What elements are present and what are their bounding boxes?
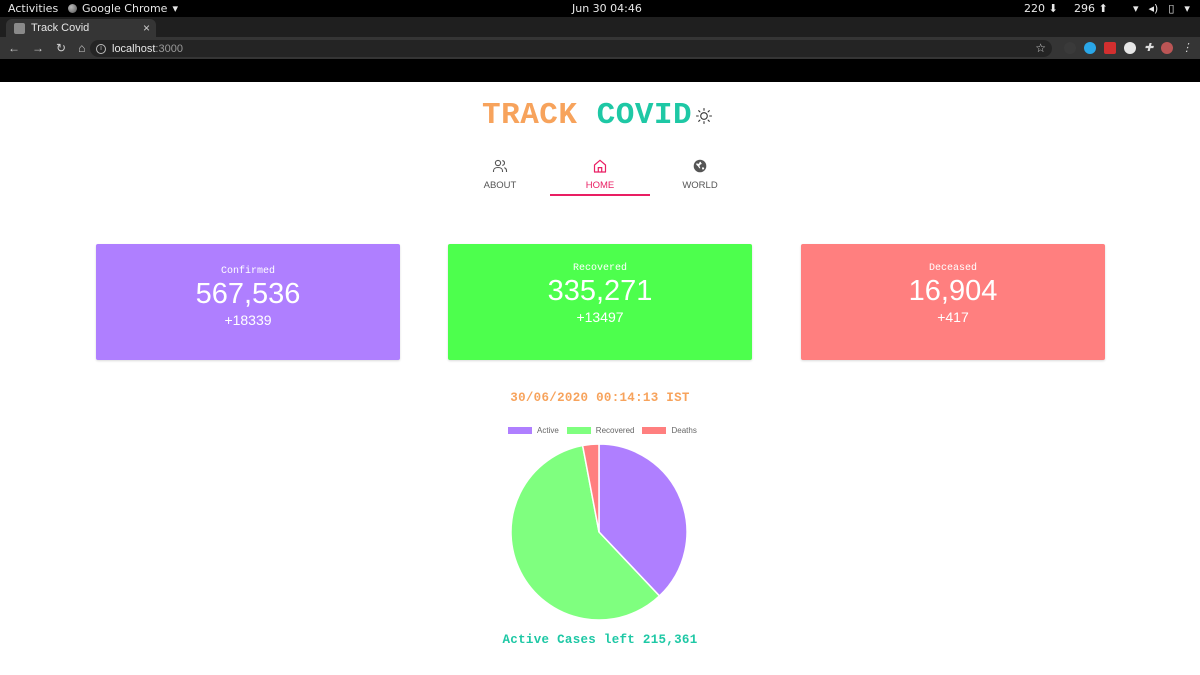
legend-swatch xyxy=(642,427,667,434)
brand-title: TRACK COVID xyxy=(482,98,692,133)
clock[interactable]: Jun 30 04:46 xyxy=(572,2,642,15)
net-down-value: 220 xyxy=(1024,2,1045,15)
chevron-down-icon: ▾ xyxy=(172,2,178,15)
legend-item-deaths[interactable]: Deaths xyxy=(642,426,697,435)
confirmed-value: 567,536 xyxy=(195,278,301,310)
tab-world[interactable]: WORLD xyxy=(650,154,750,196)
chevron-down-icon: ▾ xyxy=(1184,2,1190,15)
tab-home[interactable]: HOME xyxy=(550,154,650,196)
system-status-area[interactable]: ▾ ◂) ▯ ▾ xyxy=(1133,2,1190,15)
sun-icon[interactable] xyxy=(695,107,713,125)
legend-swatch xyxy=(508,427,532,434)
recovered-delta: +13497 xyxy=(576,309,624,325)
extension-icons: ✚ ⋮ xyxy=(1064,42,1192,54)
tab-title: Track Covid xyxy=(31,22,90,34)
os-top-bar: Activities Google Chrome ▾ Jun 30 04:46 … xyxy=(0,0,1200,17)
home-browser-icon[interactable]: ⌂ xyxy=(78,41,85,55)
tab-track-covid[interactable]: Track Covid × xyxy=(6,19,156,37)
users-icon xyxy=(492,159,508,172)
legend-item-active[interactable]: Active xyxy=(508,426,559,435)
forward-icon[interactable]: → xyxy=(32,41,44,55)
url-host: localhost xyxy=(112,42,156,55)
nav-buttons: ← → ↻ ⌂ xyxy=(8,41,85,55)
wifi-icon: ▾ xyxy=(1133,2,1139,15)
confirmed-delta: +18339 xyxy=(224,312,272,328)
battery-icon: ▯ xyxy=(1168,2,1175,15)
confirmed-label: Confirmed xyxy=(220,266,275,277)
brand-word-track: TRACK xyxy=(482,98,578,133)
extension-icon[interactable] xyxy=(1124,42,1136,54)
browser-toolbar: ← → ↻ ⌂ i localhost :3000 ☆ ✚ ⋮ xyxy=(0,37,1200,59)
cases-pie-chart xyxy=(510,443,688,621)
chart-legend: Active Recovered Deaths xyxy=(508,426,697,435)
tab-about-label: ABOUT xyxy=(483,180,517,191)
net-up-value: 296 xyxy=(1074,2,1095,15)
extension-icon[interactable] xyxy=(1084,42,1096,54)
close-tab-icon[interactable]: × xyxy=(143,21,150,35)
favicon xyxy=(14,22,25,34)
legend-label: Active xyxy=(537,426,559,435)
kebab-menu-icon[interactable]: ⋮ xyxy=(1181,42,1192,54)
recovered-card: Recovered 335,271 +13497 xyxy=(448,244,752,360)
app-name: Google Chrome xyxy=(82,2,168,15)
home-icon xyxy=(593,159,607,173)
recovered-label: Recovered xyxy=(572,263,627,274)
tab-strip: Track Covid × + — ❐ ✕ xyxy=(0,17,1200,53)
last-updated-timestamp: 30/06/2020 00:14:13 IST xyxy=(510,391,690,405)
app-menu[interactable]: Google Chrome ▾ xyxy=(68,2,178,15)
avatar[interactable] xyxy=(1161,42,1174,54)
globe-icon xyxy=(693,159,707,173)
net-download: 220 ⬇ xyxy=(1024,2,1058,15)
tab-home-label: HOME xyxy=(585,180,615,191)
address-bar[interactable]: i localhost :3000 ☆ xyxy=(90,40,1052,57)
extension-icon[interactable] xyxy=(1064,42,1076,54)
legend-swatch xyxy=(566,427,591,434)
page-content: TRACK COVID ABOUT HOME WORLD Confirmed 5… xyxy=(0,82,1200,675)
browser-frame-gap xyxy=(0,59,1200,82)
url-port: :3000 xyxy=(155,42,183,55)
chrome-icon xyxy=(68,4,77,13)
volume-icon: ◂) xyxy=(1148,2,1159,15)
brand-word-covid: COVID xyxy=(596,98,693,133)
tab-world-label: WORLD xyxy=(682,180,718,191)
deceased-delta: +417 xyxy=(937,309,969,325)
active-tab-indicator xyxy=(550,194,650,196)
back-icon[interactable]: ← xyxy=(8,41,20,55)
recovered-value: 335,271 xyxy=(547,275,653,307)
legend-label: Deaths xyxy=(671,426,697,435)
reload-icon[interactable]: ↻ xyxy=(56,41,66,55)
deceased-value: 16,904 xyxy=(908,275,998,307)
info-icon[interactable]: i xyxy=(96,43,106,54)
bookmark-star-icon[interactable]: ☆ xyxy=(1035,41,1046,55)
net-upload: 296 ⬆ xyxy=(1074,2,1108,15)
legend-label: Recovered xyxy=(595,426,635,435)
puzzle-icon[interactable]: ✚ xyxy=(1144,42,1153,54)
confirmed-card: Confirmed 567,536 +18339 xyxy=(96,244,400,360)
tab-about[interactable]: ABOUT xyxy=(450,154,550,196)
extension-icon[interactable] xyxy=(1104,42,1116,54)
main-nav: ABOUT HOME WORLD xyxy=(450,154,750,198)
deceased-card: Deceased 16,904 +417 xyxy=(801,244,1105,360)
active-cases-text: Active Cases left 215,361 xyxy=(502,633,698,647)
deceased-label: Deceased xyxy=(928,263,977,274)
activities-button[interactable]: Activities xyxy=(8,2,58,15)
legend-item-recovered[interactable]: Recovered xyxy=(566,426,635,435)
